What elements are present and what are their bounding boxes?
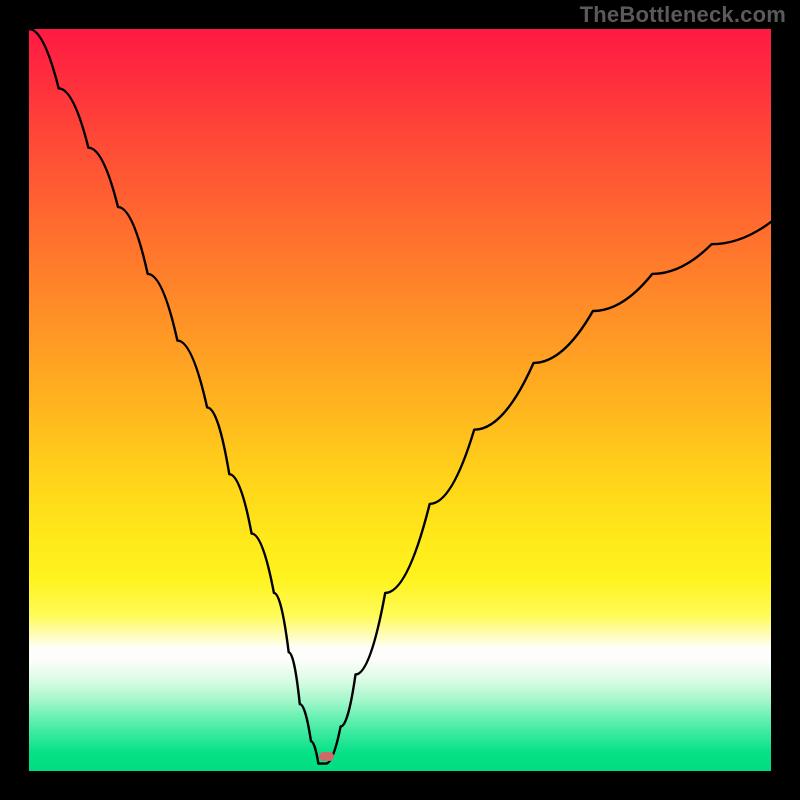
bottleneck-curve (29, 29, 771, 764)
plot-area (29, 29, 771, 771)
watermark-text: TheBottleneck.com (580, 2, 786, 28)
min-point-marker (319, 752, 334, 761)
curve-svg (29, 29, 771, 771)
chart-frame: TheBottleneck.com (0, 0, 800, 800)
